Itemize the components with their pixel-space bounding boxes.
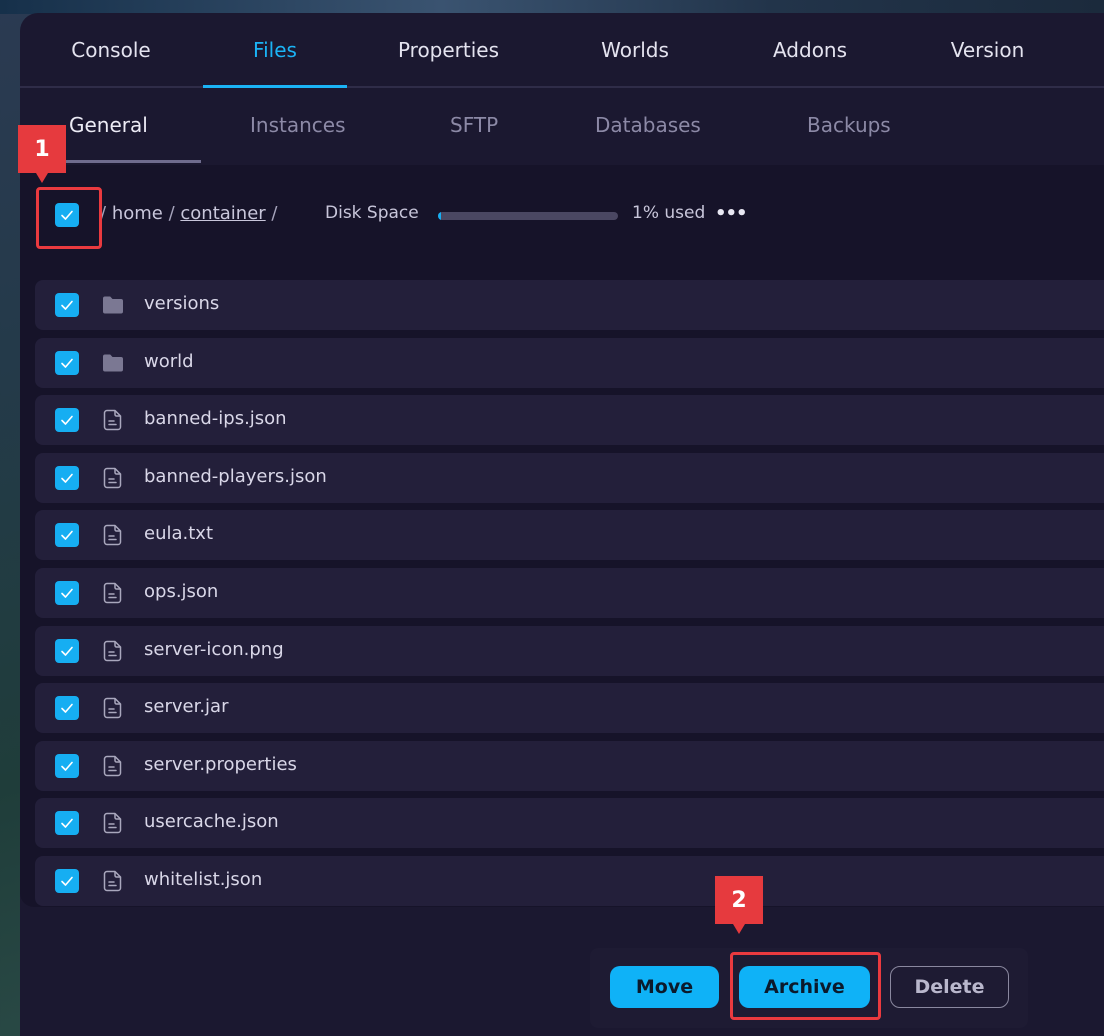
- tab-addons[interactable]: Addons: [735, 13, 885, 88]
- file-checkbox[interactable]: [55, 351, 79, 375]
- file-checkbox[interactable]: [55, 466, 79, 490]
- subtab-sftp[interactable]: SFTP: [450, 90, 498, 162]
- file-name: eula.txt: [144, 523, 214, 544]
- disk-usage-bar: [438, 212, 618, 220]
- file-checkbox[interactable]: [55, 754, 79, 778]
- file-name: whitelist.json: [144, 869, 263, 890]
- file-checkbox[interactable]: [55, 293, 79, 317]
- check-icon: [61, 818, 73, 828]
- breadcrumb-separator: /: [271, 203, 278, 224]
- file-checkbox[interactable]: [55, 869, 79, 893]
- desktop-background: [0, 0, 1104, 14]
- file-icon: [100, 754, 126, 778]
- annotation-label-2: 2: [715, 876, 763, 924]
- check-icon: [61, 646, 73, 656]
- breadcrumb-separator: /: [168, 203, 175, 224]
- delete-button[interactable]: Delete: [890, 966, 1009, 1008]
- active-tab-indicator: [203, 85, 347, 88]
- file-checkbox[interactable]: [55, 639, 79, 663]
- annotation-label-1: 1: [18, 125, 66, 173]
- folder-icon: [100, 293, 126, 317]
- file-row[interactable]: ops.json: [35, 568, 1104, 618]
- active-subtab-indicator: [50, 160, 201, 163]
- tab-files[interactable]: Files: [203, 13, 347, 88]
- file-icon: [100, 639, 126, 663]
- tab-console[interactable]: Console: [40, 13, 182, 88]
- annotation-box-1: [36, 187, 102, 249]
- file-icon: [100, 811, 126, 835]
- annotation-box-2: [730, 952, 881, 1020]
- check-icon: [61, 876, 73, 886]
- file-row[interactable]: usercache.json: [35, 798, 1104, 848]
- file-name: banned-ips.json: [144, 408, 287, 429]
- file-icon: [100, 581, 126, 605]
- file-row[interactable]: banned-ips.json: [35, 395, 1104, 445]
- breadcrumb-container[interactable]: container: [180, 203, 265, 224]
- file-name: world: [144, 351, 194, 372]
- breadcrumb: / home / container /: [100, 203, 278, 224]
- file-manager-panel: Console Files Properties Worlds Addons V…: [20, 13, 1104, 1036]
- file-name: banned-players.json: [144, 466, 327, 487]
- file-row[interactable]: server.properties: [35, 741, 1104, 791]
- file-checkbox[interactable]: [55, 811, 79, 835]
- file-row[interactable]: banned-players.json: [35, 453, 1104, 503]
- sub-tab-bar: General Instances SFTP Databases Backups: [20, 90, 1104, 164]
- file-row[interactable]: server.jar: [35, 683, 1104, 733]
- file-name: usercache.json: [144, 811, 279, 832]
- check-icon: [61, 588, 73, 598]
- file-name: server-icon.png: [144, 639, 284, 660]
- disk-space-label: Disk Space: [325, 203, 419, 223]
- file-checkbox[interactable]: [55, 523, 79, 547]
- subtab-databases[interactable]: Databases: [595, 90, 701, 162]
- tab-properties[interactable]: Properties: [370, 13, 527, 88]
- file-row[interactable]: versions: [35, 280, 1104, 330]
- file-row[interactable]: server-icon.png: [35, 626, 1104, 676]
- move-button[interactable]: Move: [610, 966, 719, 1008]
- check-icon: [61, 473, 73, 483]
- file-name: server.properties: [144, 754, 297, 775]
- file-icon: [100, 466, 126, 490]
- file-browser: / home / container / Disk Space 1% used …: [20, 165, 1104, 907]
- check-icon: [61, 761, 73, 771]
- file-icon: [100, 696, 126, 720]
- file-name: server.jar: [144, 696, 229, 717]
- tab-version[interactable]: Version: [910, 13, 1065, 88]
- check-icon: [61, 300, 73, 310]
- file-row[interactable]: whitelist.json: [35, 856, 1104, 906]
- subtab-general[interactable]: General: [69, 90, 148, 162]
- annotation-pointer-2: [733, 924, 745, 934]
- annotation-pointer-1: [36, 173, 48, 183]
- path-bar: / home / container / Disk Space 1% used …: [20, 165, 1104, 265]
- check-icon: [61, 703, 73, 713]
- top-tab-bar: Console Files Properties Worlds Addons V…: [20, 13, 1104, 88]
- file-row[interactable]: world: [35, 338, 1104, 388]
- file-icon: [100, 869, 126, 893]
- check-icon: [61, 358, 73, 368]
- disk-used-text: 1% used: [632, 203, 706, 223]
- disk-usage-fill: [438, 212, 441, 220]
- breadcrumb-home[interactable]: home: [112, 203, 163, 224]
- file-checkbox[interactable]: [55, 581, 79, 605]
- check-icon: [61, 415, 73, 425]
- file-icon: [100, 408, 126, 432]
- file-name: versions: [144, 293, 220, 314]
- more-horizontal-icon[interactable]: •••: [715, 203, 748, 224]
- file-row[interactable]: eula.txt: [35, 510, 1104, 560]
- tab-worlds[interactable]: Worlds: [560, 13, 710, 88]
- subtab-instances[interactable]: Instances: [250, 90, 346, 162]
- file-checkbox[interactable]: [55, 408, 79, 432]
- file-checkbox[interactable]: [55, 696, 79, 720]
- subtab-backups[interactable]: Backups: [807, 90, 891, 162]
- check-icon: [61, 530, 73, 540]
- file-name: ops.json: [144, 581, 219, 602]
- file-icon: [100, 523, 126, 547]
- folder-icon: [100, 351, 126, 375]
